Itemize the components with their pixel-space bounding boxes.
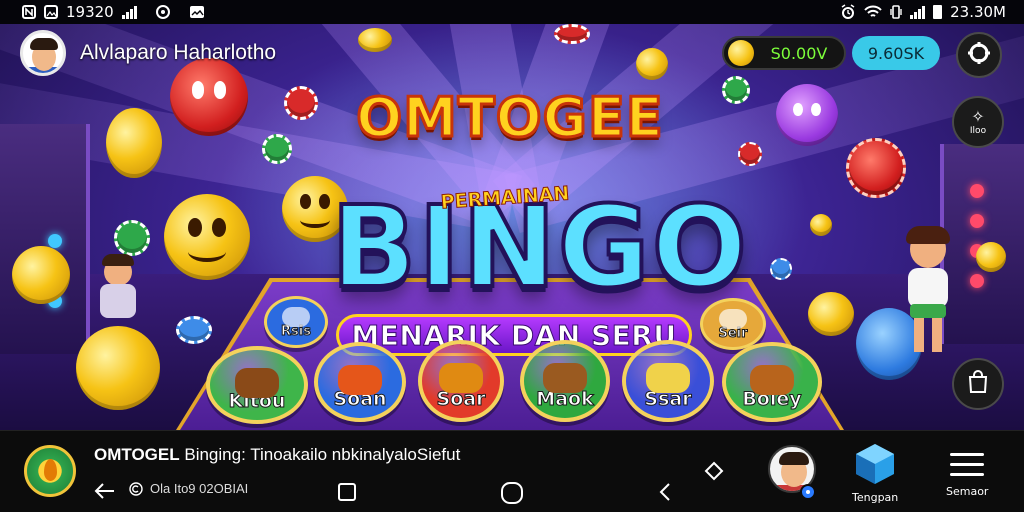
blue-chip-icon (770, 258, 792, 280)
nav-back-button[interactable] (654, 481, 676, 503)
red-chip-icon (846, 138, 906, 198)
game-button-item-icon (646, 363, 690, 394)
rotate-button[interactable] (702, 459, 726, 483)
home-button[interactable] (500, 481, 524, 505)
coin-icon (810, 214, 832, 236)
app-title-bold: OMTOGEL (94, 445, 180, 464)
status-left: 19320 (22, 3, 205, 21)
green-chip-icon (722, 76, 750, 104)
cube-icon (852, 441, 898, 487)
settings-button[interactable] (956, 32, 1002, 78)
app-icon[interactable] (24, 445, 76, 497)
game-button[interactable]: Soan (314, 342, 406, 422)
status-bar: 19320 23.30M (0, 0, 1024, 24)
shopping-bag-button[interactable] (952, 358, 1004, 410)
red-chip-icon (284, 86, 318, 120)
side-menu-button[interactable]: ✧ Iloo (952, 96, 1004, 148)
red-chip-icon (554, 24, 590, 44)
dock-item-semaor[interactable]: Semaor (946, 447, 988, 498)
status-right: 23.30M (840, 3, 1006, 21)
image-icon (44, 5, 58, 19)
green-chip-icon (114, 220, 150, 256)
game-button-item-icon (235, 368, 279, 399)
balance-value: S0.00V (770, 43, 828, 63)
game-button-item-icon (719, 309, 747, 330)
shopping-bag-icon (967, 370, 989, 398)
banner-text: MENARIK DAN SERU (351, 318, 677, 352)
status-time-right: 23.30M (950, 3, 1006, 21)
coin-icon (358, 28, 392, 52)
dock-label: Tengpan (852, 491, 899, 504)
arcade-machine-left (0, 124, 90, 354)
game-scene[interactable]: OMTOGEE BINGO PERMAINAN MENARIK DAN SERU… (0, 24, 1024, 430)
game-button-small[interactable]: Rsis (264, 296, 328, 348)
side-menu-label: Iloo (969, 125, 987, 136)
flame-icon (44, 459, 57, 481)
game-button[interactable]: Maok (520, 340, 610, 422)
kid-character-left (92, 254, 144, 318)
game-button-small[interactable]: Seir (700, 298, 766, 350)
gallery-icon (189, 5, 205, 19)
vibrate-icon (890, 5, 902, 19)
signal-icon (121, 5, 137, 19)
battery-icon (933, 5, 943, 19)
game-button-item-icon (439, 363, 483, 394)
game-button-item-icon (338, 364, 382, 395)
settings-ring-icon (967, 41, 991, 69)
coin-icon (976, 242, 1006, 272)
game-button-item-icon (543, 363, 587, 394)
game-button[interactable]: Soar (418, 340, 504, 422)
circle-icon (501, 482, 523, 504)
coin-icon (808, 292, 854, 336)
square-icon (338, 483, 356, 501)
arrow-left-icon (94, 483, 114, 499)
avatar[interactable] (20, 30, 66, 76)
copyright-icon (128, 481, 144, 497)
coin-icon (728, 40, 754, 66)
game-title-top: OMTOGEE (355, 85, 664, 151)
alarm-icon (840, 4, 856, 20)
coin-icon (636, 48, 668, 80)
notification-badge (800, 484, 816, 500)
top-up-button[interactable]: 9.60SK (852, 36, 940, 70)
purple-smiley-chip-icon (776, 84, 838, 146)
menu-icon (950, 447, 985, 481)
status-time-left: 19320 (66, 3, 114, 21)
blue-chip-icon (176, 316, 212, 344)
coin-icon (12, 246, 70, 304)
notification-n-icon (22, 5, 36, 19)
top-up-label: 9.60SK (867, 43, 925, 63)
game-button-item-icon (750, 364, 794, 395)
game-button-item-icon (282, 307, 310, 328)
game-button[interactable]: Boley (722, 342, 822, 422)
back-button[interactable] (90, 479, 118, 503)
sync-icon (155, 4, 171, 20)
dock-label: Semaor (946, 485, 989, 498)
user-profile[interactable]: Alvlaparo Haharlotho (20, 30, 276, 76)
game-button[interactable]: Ssar (622, 340, 714, 422)
green-chip-icon (262, 134, 292, 164)
recents-button[interactable] (336, 481, 358, 503)
wifi-icon (864, 5, 882, 19)
cell-signal-icon (910, 5, 926, 19)
bottom-bar: OMTOGEL Binging: Tinoakailo nbkinalyaloS… (0, 430, 1024, 512)
app-meta: Ola Ito9 02OBIAI (150, 481, 249, 496)
coin-icon (76, 326, 160, 410)
app-title: OMTOGEL Binging: Tinoakailo nbkinalyaloS… (94, 445, 460, 465)
smiley-coin-icon (164, 194, 250, 280)
kid-character-right (892, 226, 962, 360)
red-chip-icon (738, 142, 762, 166)
game-button[interactable]: Kitou (206, 346, 308, 424)
balance-pill[interactable]: S0.00V (722, 36, 846, 70)
game-title-main: BINGO (329, 183, 749, 313)
sparkle-icon: ✧ (971, 106, 985, 126)
dock-item-tengpan[interactable]: Tengpan (852, 441, 898, 504)
app-title-rest: Binging: Tinoakailo nbkinalyaloSiefut (179, 445, 461, 464)
coin-icon (106, 108, 162, 178)
chevron-left-icon (659, 483, 670, 501)
user-name: Alvlaparo Haharlotho (80, 41, 277, 64)
rotate-icon (704, 461, 724, 481)
